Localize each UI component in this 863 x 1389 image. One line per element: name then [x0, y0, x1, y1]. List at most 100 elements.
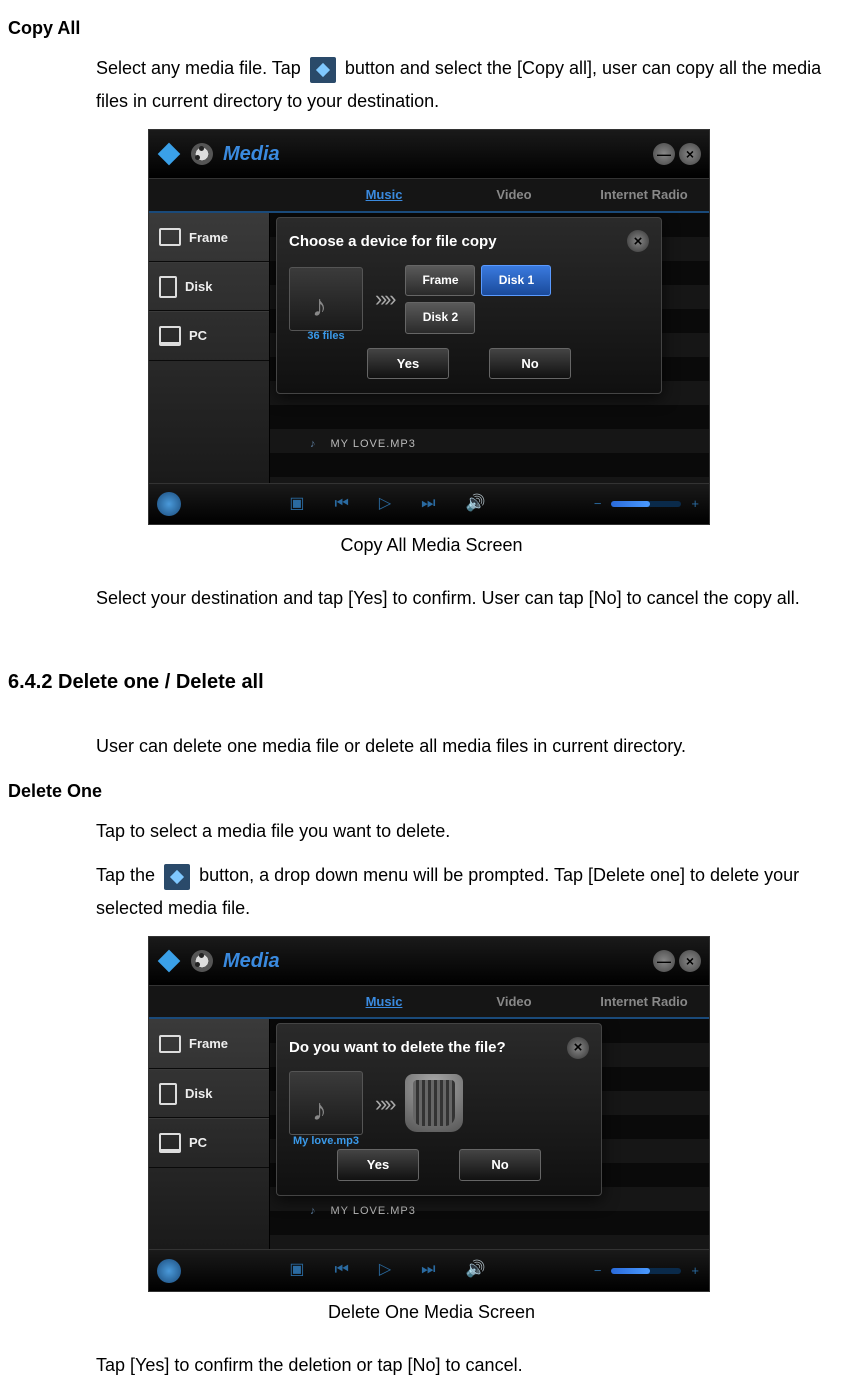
sidebar-label: Disk: [185, 275, 212, 298]
play-button[interactable]: ▷: [379, 490, 391, 519]
vol-down-button[interactable]: −: [594, 1259, 602, 1282]
sidebar: Frame Disk PC: [149, 1019, 270, 1249]
device-options: Frame Disk 1 Disk 2: [405, 265, 551, 334]
device-disk2-button[interactable]: Disk 2: [405, 302, 475, 334]
heading-delete-one: Delete One: [8, 775, 855, 807]
yes-button[interactable]: Yes: [337, 1149, 419, 1180]
music-note-icon: ♪: [312, 1084, 327, 1138]
tab-internet-radio[interactable]: Internet Radio: [579, 179, 709, 210]
sidebar-item-disk[interactable]: Disk: [149, 262, 269, 311]
sidebar-item-disk[interactable]: Disk: [149, 1069, 269, 1118]
content-area: MY LOVE.MP3 Choose a device for file cop…: [270, 213, 709, 483]
paragraph-delete-one-confirm: Tap [Yes] to confirm the deletion or tap…: [96, 1349, 847, 1381]
vol-down-button[interactable]: −: [594, 492, 602, 515]
app-logo-icon: [158, 950, 181, 973]
sidebar-label: Frame: [189, 226, 228, 249]
track-item[interactable]: MY LOVE.MP3: [310, 435, 416, 455]
speaker-icon[interactable]: 🔊: [466, 1256, 486, 1285]
sidebar: Frame Disk PC: [149, 213, 270, 483]
sidebar-item-frame[interactable]: Frame: [149, 213, 269, 262]
yes-button[interactable]: Yes: [367, 348, 449, 379]
tab-video[interactable]: Video: [449, 179, 579, 210]
paragraph-delete-one-tap: Tap the button, a drop down menu will be…: [96, 859, 847, 924]
heading-copy-all: Copy All: [8, 12, 855, 44]
film-reel-icon: [191, 143, 213, 165]
thumbnail-label: My love.mp3: [289, 1132, 363, 1152]
dialog-close-button[interactable]: ×: [567, 1037, 589, 1059]
volume-slider[interactable]: [611, 1268, 681, 1274]
pc-icon: [159, 326, 181, 346]
tab-video[interactable]: Video: [449, 986, 579, 1017]
file-thumbnail: ♪: [289, 267, 363, 331]
screenshot-delete-one: Media — × Music Video Internet Radio Fra…: [148, 936, 710, 1292]
app-logo-icon: [158, 143, 181, 166]
speaker-icon[interactable]: 🔊: [466, 490, 486, 519]
paragraph-delete-one-select: Tap to select a media file you want to d…: [96, 815, 847, 847]
no-button[interactable]: No: [459, 1149, 541, 1180]
frame-icon: [159, 1035, 181, 1053]
film-reel-icon: [191, 950, 213, 972]
thumbnail-label: 36 files: [289, 327, 363, 347]
paragraph-section-intro: User can delete one media file or delete…: [96, 730, 847, 762]
text-fragment: Tap the: [96, 865, 160, 885]
text-fragment: button, a drop down menu will be prompte…: [96, 865, 799, 917]
device-disk1-button[interactable]: Disk 1: [481, 265, 551, 297]
sidebar-item-pc[interactable]: PC: [149, 1118, 269, 1167]
tab-music[interactable]: Music: [319, 986, 449, 1017]
music-note-icon: ♪: [312, 280, 327, 334]
sidebar-label: PC: [189, 1131, 207, 1154]
vol-up-button[interactable]: +: [691, 1259, 699, 1282]
paragraph-copy-all-intro: Select any media file. Tap button and se…: [96, 52, 847, 117]
dialog-close-button[interactable]: ×: [627, 230, 649, 252]
no-button[interactable]: No: [489, 348, 571, 379]
minimize-button[interactable]: —: [653, 143, 675, 165]
sidebar-label: Frame: [189, 1032, 228, 1055]
screenshot-copy-all: Media — × Music Video Internet Radio Fra…: [148, 129, 710, 525]
close-button[interactable]: ×: [679, 950, 701, 972]
volume-slider[interactable]: [611, 501, 681, 507]
tab-internet-radio[interactable]: Internet Radio: [579, 986, 709, 1017]
prev-button[interactable]: ⏮: [334, 1256, 348, 1285]
caption-copy-all: Copy All Media Screen: [8, 529, 855, 561]
orb-button[interactable]: [157, 1259, 181, 1283]
close-button[interactable]: ×: [679, 143, 701, 165]
dialog-title-text: Do you want to delete the file?: [289, 1034, 506, 1061]
app-title: Media: [223, 943, 653, 979]
titlebar: Media — ×: [149, 130, 709, 179]
device-frame-button[interactable]: Frame: [405, 265, 475, 297]
text-fragment: Select any media file. Tap: [96, 58, 306, 78]
frame-icon: [159, 228, 181, 246]
vol-up-button[interactable]: +: [691, 492, 699, 515]
arrow-icon: »»: [375, 1084, 393, 1124]
track-item[interactable]: MY LOVE.MP3: [310, 1202, 416, 1222]
file-thumbnail: ♪: [289, 1071, 363, 1135]
heading-section-642: 6.4.2 Delete one / Delete all: [8, 664, 855, 700]
play-button[interactable]: ▷: [379, 1256, 391, 1285]
caption-delete-one: Delete One Media Screen: [8, 1296, 855, 1328]
stop-button[interactable]: ▣: [289, 1256, 304, 1285]
sidebar-label: Disk: [185, 1082, 212, 1105]
copy-dialog: Choose a device for file copy × ♪ 36 fil…: [276, 217, 662, 395]
content-area: MY LOVE.MP3 Do you want to delete the fi…: [270, 1019, 709, 1249]
trash-icon: [405, 1074, 463, 1132]
playbar: ▣ ⏮ ▷ ⏭ 🔊 − +: [149, 1249, 709, 1291]
diamond-button-icon: [310, 57, 336, 83]
playbar: ▣ ⏮ ▷ ⏭ 🔊 − +: [149, 483, 709, 525]
sidebar-item-frame[interactable]: Frame: [149, 1019, 269, 1068]
paragraph-copy-all-confirm: Select your destination and tap [Yes] to…: [96, 582, 847, 614]
disk-icon: [159, 276, 177, 298]
disk-icon: [159, 1083, 177, 1105]
tab-music[interactable]: Music: [319, 179, 449, 210]
sidebar-item-pc[interactable]: PC: [149, 311, 269, 360]
tabs: Music Video Internet Radio: [149, 179, 709, 212]
prev-button[interactable]: ⏮: [334, 490, 348, 519]
arrow-icon: »»: [375, 279, 393, 319]
orb-button[interactable]: [157, 492, 181, 516]
diamond-button-icon: [164, 864, 190, 890]
minimize-button[interactable]: —: [653, 950, 675, 972]
pc-icon: [159, 1133, 181, 1153]
app-title: Media: [223, 136, 653, 172]
stop-button[interactable]: ▣: [289, 490, 304, 519]
next-button[interactable]: ⏭: [421, 1256, 435, 1285]
next-button[interactable]: ⏭: [421, 490, 435, 519]
